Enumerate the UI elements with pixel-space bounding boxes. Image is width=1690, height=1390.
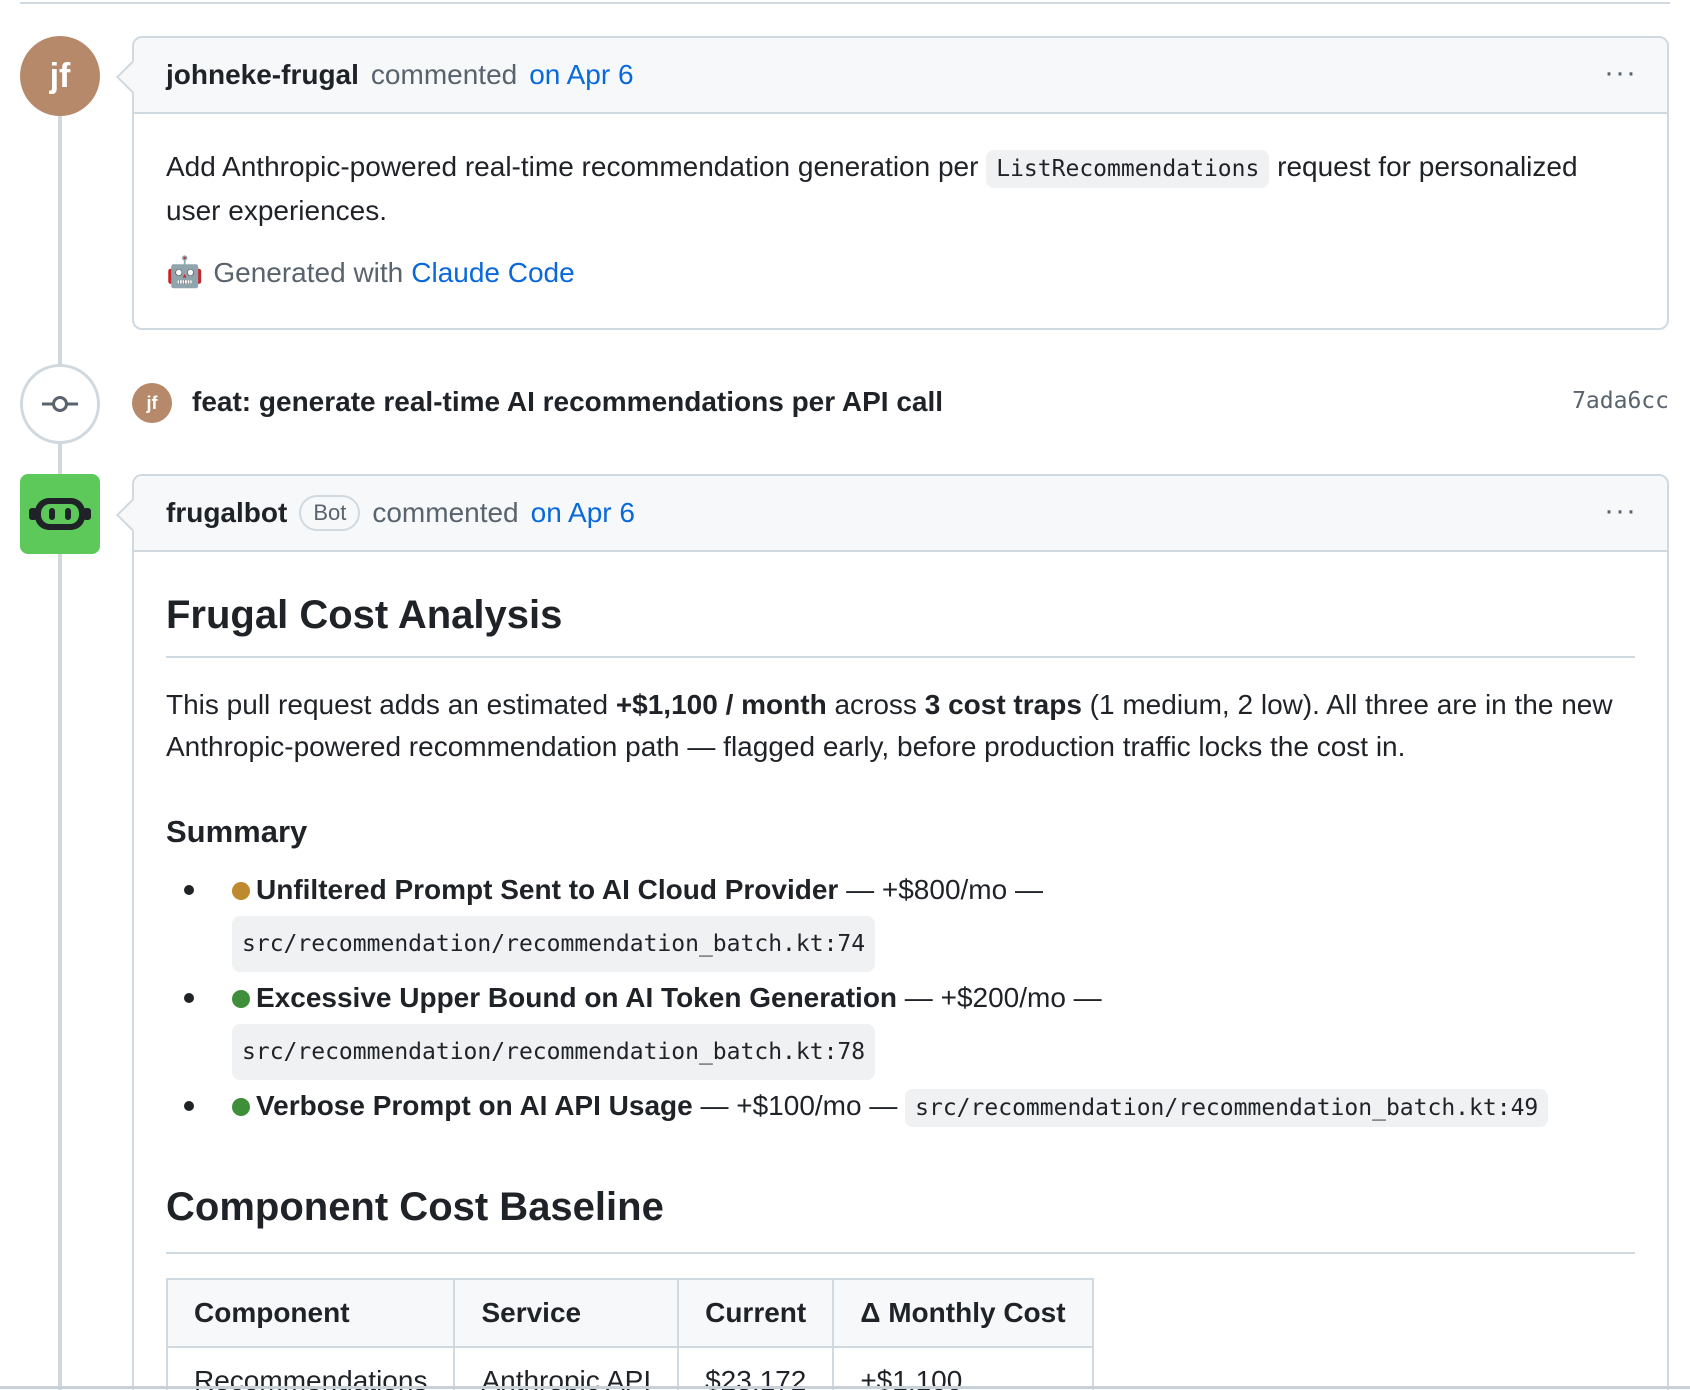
table-header-cell: Δ Monthly Cost <box>832 1278 1094 1348</box>
comment-box: johneke-frugal commented on Apr 6 ··· Ad… <box>132 36 1669 330</box>
comment-date-link[interactable]: on Apr 6 <box>531 497 635 529</box>
trap-location: src/recommendation/recommendation_batch.… <box>232 916 876 972</box>
more-options-icon[interactable]: ··· <box>1604 56 1637 90</box>
table-cell: Recommendations <box>165 1346 456 1390</box>
trap-location: src/recommendation/recommendation_batch.… <box>905 1089 1549 1127</box>
intro-text: This pull request adds an estimated <box>166 689 616 720</box>
comment-author[interactable]: johneke-frugal <box>166 59 359 91</box>
comment-header: frugalbot Bot commented on Apr 6 ··· <box>134 476 1667 552</box>
bot-badge: Bot <box>299 495 361 531</box>
severity-dot-icon <box>232 1098 250 1116</box>
list-item: Unfiltered Prompt Sent to AI Cloud Provi… <box>184 868 1635 972</box>
cost-baseline-table: Component Service Current Δ Monthly Cost… <box>165 1278 1094 1390</box>
commit-message[interactable]: feat: generate real-time AI recommendati… <box>192 386 943 418</box>
intro-cost: +$1,100 / month <box>615 689 827 720</box>
trap-cost: — +$200/mo — <box>897 982 1102 1013</box>
comment-action: commented <box>372 497 519 528</box>
top-divider <box>20 2 1670 4</box>
generated-with-line: 🤖 Generated with Claude Code <box>166 252 1635 294</box>
trap-name: Unfiltered Prompt Sent to AI Cloud Provi… <box>256 874 839 905</box>
timeline-line <box>58 110 62 1390</box>
comment-body: Frugal Cost Analysis This pull request a… <box>134 552 1667 1390</box>
summary-heading: Summary <box>166 814 308 849</box>
comment-text-part: Add Anthropic-powered real-time recommen… <box>166 151 979 182</box>
trap-cost: — +$100/mo — <box>692 1090 906 1121</box>
table-cell: +$1,100 <box>832 1346 1094 1390</box>
comment-date-link[interactable]: on Apr 6 <box>529 59 633 91</box>
analysis-intro: This pull request adds an estimated +$1,… <box>166 684 1635 768</box>
comment-header: johneke-frugal commented on Apr 6 ··· <box>134 38 1667 114</box>
trap-name: Verbose Prompt on AI API Usage <box>256 1090 693 1121</box>
comment-action: commented <box>370 59 518 90</box>
commit-author-avatar[interactable]: jf <box>132 383 172 423</box>
comment-body: Add Anthropic-powered real-time recommen… <box>134 114 1667 294</box>
bot-face-icon <box>29 498 91 530</box>
trap-name: Excessive Upper Bound on AI Token Genera… <box>256 982 898 1013</box>
table-header-cell: Component <box>165 1278 456 1348</box>
severity-dot-icon <box>232 882 250 900</box>
list-item: Verbose Prompt on AI API Usage — +$100/m… <box>184 1084 1635 1130</box>
intro-trap-count: 3 cost traps <box>924 689 1082 720</box>
bottom-divider <box>0 1386 1690 1389</box>
generated-prefix: Generated with <box>213 257 404 288</box>
comment-author[interactable]: frugalbot <box>166 497 287 529</box>
intro-text: across <box>826 689 925 720</box>
baseline-heading: Component Cost Baseline <box>166 1182 1635 1254</box>
list-item: Excessive Upper Bound on AI Token Genera… <box>184 976 1635 1080</box>
table-cell: $23,172 <box>677 1346 835 1390</box>
analysis-title: Frugal Cost Analysis <box>166 590 1635 658</box>
avatar[interactable]: jf <box>20 36 100 116</box>
commit-sha[interactable]: 7ada6cc <box>1572 388 1669 414</box>
claude-code-link[interactable]: Claude Code <box>411 252 574 294</box>
table-cell: Anthropic API <box>453 1346 680 1390</box>
table-header-cell: Service <box>453 1278 680 1348</box>
bot-avatar[interactable] <box>20 474 100 554</box>
cost-trap-list: Unfiltered Prompt Sent to AI Cloud Provi… <box>166 868 1635 1130</box>
avatar-initials: jf <box>49 56 71 95</box>
severity-dot-icon <box>232 990 250 1008</box>
commit-avatar-initials: jf <box>146 392 158 413</box>
trap-location: src/recommendation/recommendation_batch.… <box>232 1024 876 1080</box>
commit-icon <box>20 364 100 444</box>
more-options-icon[interactable]: ··· <box>1604 494 1637 528</box>
robot-icon: 🤖 <box>166 256 204 289</box>
table-header-cell: Current <box>677 1278 835 1348</box>
trap-cost: — +$800/mo — <box>838 874 1043 905</box>
comment-text: Add Anthropic-powered real-time recommen… <box>166 146 1635 232</box>
table-row: Recommendations Anthropic API $23,172 +$… <box>165 1346 1094 1390</box>
comment-box: frugalbot Bot commented on Apr 6 ··· Fru… <box>132 474 1669 1390</box>
table-header-row: Component Service Current Δ Monthly Cost <box>165 1278 1094 1348</box>
inline-code: ListRecommendations <box>986 150 1270 188</box>
